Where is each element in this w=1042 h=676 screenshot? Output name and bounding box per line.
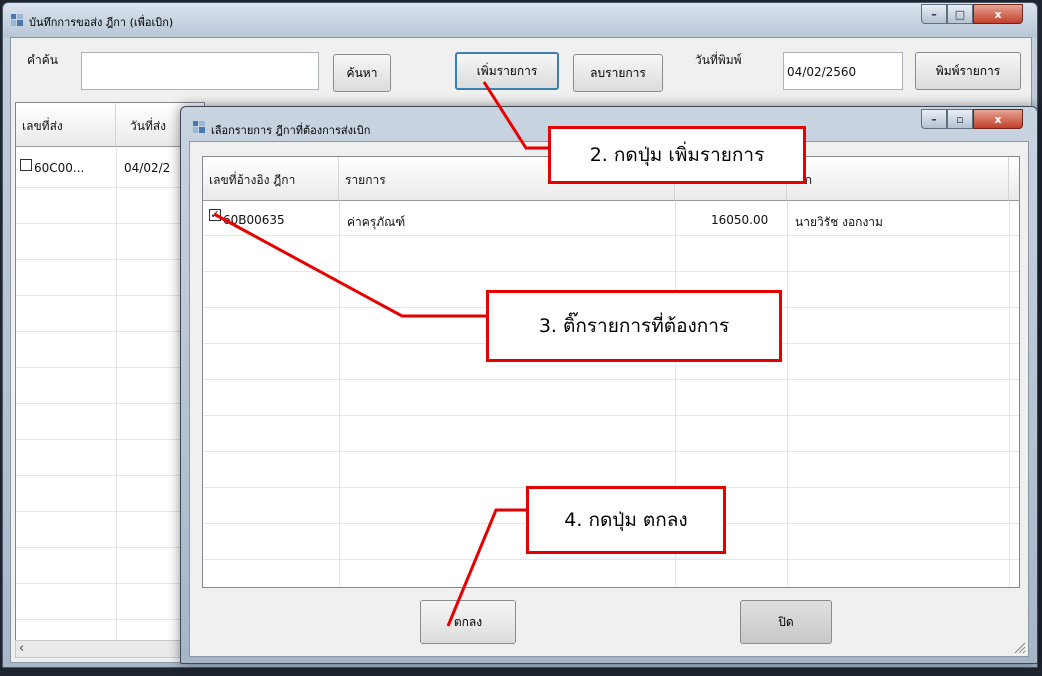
row-divider [203,451,1019,452]
row-divider [203,415,1019,416]
dialog-app-icon [193,121,205,133]
callout-step-4: 4. กดปุ่ม ตกลง [526,486,726,554]
row-divider [16,223,204,224]
add-item-button[interactable]: เพิ่มรายการ [455,52,559,90]
row-divider [16,475,204,476]
horizontal-scrollbar[interactable]: ‹ [15,640,205,658]
sent-items-grid: เลขที่ส่ง วันที่ส่ง 60C00... 04/02/2 [15,102,205,658]
close-dialog-button[interactable]: ปิด [740,600,832,644]
select-items-dialog: เลือกรายการ ฎีกาที่ต้องการส่งเบิก – ▫ x … [180,106,1038,664]
callout-step-2: 2. กดปุ่ม เพิ่มรายการ [548,126,806,184]
search-input[interactable] [81,52,319,90]
dialog-minimize-button[interactable]: – [921,109,947,129]
row-divider [203,559,1019,560]
resize-grip-icon[interactable] [1012,640,1026,654]
row-divider [16,403,204,404]
row-divider [16,331,204,332]
row-divider [16,511,204,512]
dialog-close-x-button[interactable]: x [973,109,1023,129]
column-header-filler [1009,157,1019,201]
dialog-title: เลือกรายการ ฎีกาที่ต้องการส่งเบิก [211,124,371,137]
column-divider [339,201,340,587]
ok-button[interactable]: ตกลง [420,600,516,644]
item-cell: ค่าครุภัณฑ์ [347,215,406,229]
row-checkbox[interactable] [20,159,32,171]
row-checkbox-checked[interactable]: ✓ [209,209,221,221]
doc-no-cell: 60C00... [34,161,85,175]
row-divider [16,439,204,440]
print-date-label: วันที่พิมพ์ [695,53,742,67]
search-label: คำค้น [27,53,58,67]
delete-item-button[interactable]: ลบรายการ [573,54,663,92]
column-header-doc-no[interactable]: เลขที่ส่ง [16,103,116,147]
row-divider [203,379,1019,380]
claimant-cell: นายวิรัช งอกงาม [795,215,883,229]
maximize-button[interactable]: □ [947,4,973,24]
dialog-caption-buttons: – ▫ x [921,109,1023,129]
row-divider [16,295,204,296]
search-button[interactable]: ค้นหา [333,54,391,92]
print-items-button[interactable]: พิมพ์รายการ [915,52,1021,90]
print-date-field[interactable]: 04/02/2560 [783,52,903,90]
main-caption-buttons: – □ x [921,4,1023,24]
row-divider [203,235,1019,236]
column-header-claimant[interactable]: เบิก [787,157,1009,201]
dialog-maximize-button[interactable]: ▫ [947,109,973,129]
row-divider [16,619,204,620]
row-divider [16,259,204,260]
row-divider [16,583,204,584]
dialog-client-area: เลขที่อ้างอิง ฎีกา รายการ เบิก ✓ 60B0063… [189,141,1029,657]
amount-cell: 16050.00 [711,213,769,227]
row-divider [203,271,1019,272]
column-divider [1009,201,1010,587]
row-divider [16,367,204,368]
column-divider [787,201,788,587]
scroll-left-icon[interactable]: ‹ [19,641,24,656]
app-icon [11,14,23,26]
main-window-title: บันทึกการขอส่ง ฎีกา (เพื่อเบิก) [29,16,174,29]
ref-no-cell: 60B00635 [223,213,285,227]
column-header-ref-no[interactable]: เลขที่อ้างอิง ฎีกา [203,157,339,201]
row-divider [16,187,204,188]
main-title-bar[interactable]: บันทึกการขอส่ง ฎีกา (เพื่อเบิก) – □ x [3,3,1037,37]
send-date-cell: 04/02/2 [124,161,171,175]
close-button[interactable]: x [973,4,1023,24]
row-divider [16,547,204,548]
callout-step-3: 3. ติ๊กรายการที่ต้องการ [486,290,782,362]
minimize-button[interactable]: – [921,4,947,24]
